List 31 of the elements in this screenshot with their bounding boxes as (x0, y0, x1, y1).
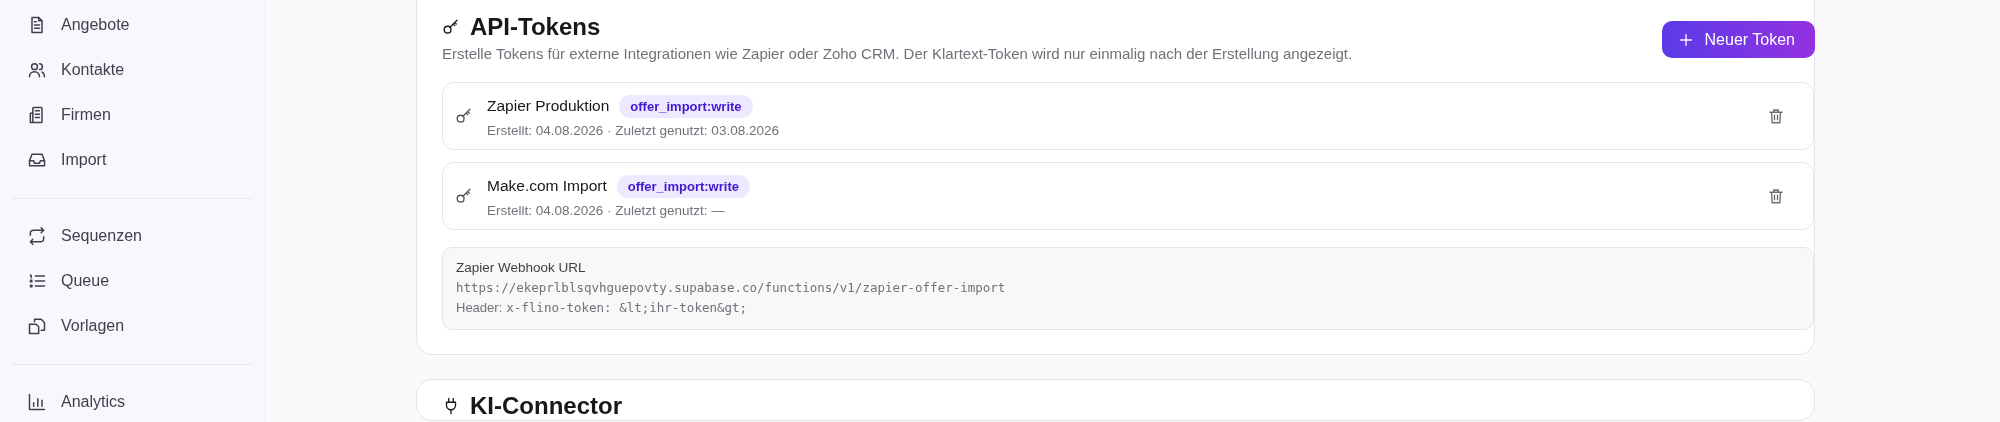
key-icon (455, 187, 473, 205)
delete-button[interactable] (1767, 187, 1785, 205)
sidebar-item[interactable]: Angebote (12, 2, 253, 47)
token-name: Make.com Import (487, 177, 607, 195)
webhook-label: Zapier Webhook URL (456, 260, 587, 275)
token-dates: Erstellt: 04.08.2026 · Zuletzt genutzt: 03.08.2026 (487, 122, 780, 138)
section-title: KI-Connector (470, 392, 622, 420)
webhook-url: https://ekeprlblsqvhguepovty.supabase.co/functions/v1/zapier-offer-import (456, 280, 1007, 295)
key-icon (442, 18, 460, 36)
scope-tag: offer_import:write (619, 94, 753, 118)
new-token-button[interactable]: Neuer Token (1661, 21, 1815, 58)
trash-icon (1767, 107, 1785, 125)
scope-tag: offer_import:write (616, 174, 750, 198)
repeat-icon (27, 225, 47, 246)
section-title: API-Tokens (470, 13, 601, 41)
sidebar-item[interactable]: Sequenzen (12, 213, 253, 258)
bar-chart-icon (27, 391, 47, 412)
section-description: Erstelle Tokens für externe Integrationen wie Zapier oder Zoho CRM. Der Klartext-Token wird nur einmalig nach der Erstellung angezeigt. (442, 45, 1353, 62)
token-dates: Erstellt: 04.08.2026 · Zuletzt genutzt: — (487, 202, 726, 218)
delete-button[interactable] (1767, 107, 1785, 125)
header-label: Header: (456, 300, 503, 315)
sidebar-item[interactable]: Kontakte (12, 47, 253, 92)
token-name: Zapier Produktion (487, 97, 610, 115)
key-icon (455, 107, 473, 125)
sidebar-item[interactable]: Queue (12, 258, 253, 303)
sidebar-item[interactable]: Firmen (12, 92, 253, 137)
sidebar-item[interactable]: Analytics (12, 379, 253, 422)
header-value: x-flino-token: &lt;ihr-token&gt; (506, 300, 748, 315)
sidebar-item[interactable]: Vorlagen (12, 303, 253, 348)
sidebar-item[interactable]: Import (12, 137, 253, 182)
trash-icon (1767, 187, 1785, 205)
